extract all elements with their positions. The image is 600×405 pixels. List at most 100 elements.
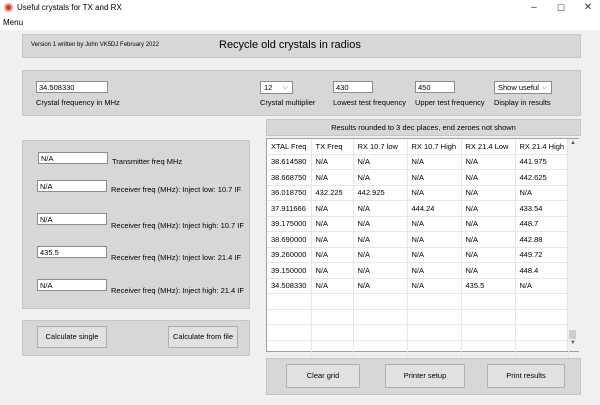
table-cell[interactable]: N/A: [461, 154, 516, 170]
upper-test-input[interactable]: 450: [415, 81, 455, 93]
scroll-thumb[interactable]: [569, 330, 576, 339]
table-cell[interactable]: N/A: [311, 200, 354, 217]
table-cell[interactable]: [461, 324, 516, 341]
table-cell[interactable]: N/A: [353, 169, 408, 186]
table-cell[interactable]: 444.24: [407, 200, 462, 217]
table-cell[interactable]: N/A: [353, 216, 408, 232]
table-cell[interactable]: 432.225: [311, 185, 354, 201]
display-select[interactable]: Show useful ⌵: [494, 81, 552, 94]
table-cell[interactable]: N/A: [311, 278, 354, 294]
table-cell[interactable]: N/A: [311, 154, 354, 170]
table-cell[interactable]: N/A: [407, 231, 462, 248]
table-cell[interactable]: N/A: [311, 216, 354, 232]
table-cell[interactable]: 39.150000: [267, 262, 312, 279]
grid-scrollbar[interactable]: [567, 139, 579, 351]
printer-setup-button[interactable]: Printer setup: [385, 364, 465, 388]
table-cell[interactable]: [311, 324, 354, 341]
table-cell[interactable]: 39.175000: [267, 216, 312, 232]
table-cell[interactable]: N/A: [407, 154, 462, 170]
table-row[interactable]: [267, 324, 569, 341]
table-cell[interactable]: N/A: [515, 185, 569, 201]
results-grid[interactable]: XTAL Freq TX Freq RX 10.7 low RX 10.7 Hi…: [266, 138, 579, 372]
table-cell[interactable]: [461, 293, 516, 310]
table-cell[interactable]: [353, 324, 408, 341]
rx-high-10-7-field[interactable]: N/A: [37, 213, 107, 225]
rx-low-21-4-field[interactable]: 435.5: [37, 246, 107, 258]
table-cell[interactable]: N/A: [353, 247, 408, 263]
table-cell[interactable]: N/A: [353, 231, 408, 248]
scroll-up-icon[interactable]: ▲: [568, 140, 578, 150]
table-cell[interactable]: [515, 293, 569, 310]
table-row[interactable]: 39.175000 N/A N/A N/A N/A 448.7: [267, 216, 569, 232]
close-icon[interactable]: ✕: [574, 1, 600, 15]
tx-freq-field[interactable]: N/A: [38, 152, 108, 164]
calculate-single-button[interactable]: Calculate single: [37, 326, 107, 348]
table-cell[interactable]: 448.7: [515, 216, 569, 232]
table-cell[interactable]: [461, 340, 516, 356]
maximize-icon[interactable]: ☐: [547, 1, 575, 15]
table-row[interactable]: 37.911666 N/A N/A 444.24 N/A 433.54: [267, 200, 569, 217]
table-cell[interactable]: 37.911666: [267, 200, 312, 217]
table-cell[interactable]: [407, 309, 462, 325]
table-cell[interactable]: 38.614580: [267, 154, 312, 170]
table-cell[interactable]: N/A: [311, 247, 354, 263]
table-cell[interactable]: N/A: [353, 200, 408, 217]
table-cell[interactable]: 441.975: [515, 154, 569, 170]
print-results-button[interactable]: Print results: [487, 364, 565, 388]
table-row[interactable]: 36.018750 432.225 442.925 N/A N/A N/A: [267, 185, 569, 201]
table-cell[interactable]: N/A: [461, 231, 516, 248]
crystal-freq-input[interactable]: 34.508330: [36, 81, 108, 93]
table-cell[interactable]: N/A: [515, 278, 569, 294]
table-cell[interactable]: 39.260000: [267, 247, 312, 263]
table-cell[interactable]: 433.54: [515, 200, 569, 217]
table-row[interactable]: 38.690000 N/A N/A N/A N/A 442.88: [267, 231, 569, 248]
table-cell[interactable]: [311, 293, 354, 310]
table-cell[interactable]: N/A: [311, 262, 354, 279]
table-row[interactable]: 39.260000 N/A N/A N/A N/A 449.72: [267, 247, 569, 263]
table-cell[interactable]: [515, 309, 569, 325]
table-cell[interactable]: N/A: [311, 231, 354, 248]
table-cell[interactable]: [353, 293, 408, 310]
menu-item-menu[interactable]: Menu: [3, 18, 23, 27]
table-cell[interactable]: N/A: [461, 216, 516, 232]
rx-high-21-4-field[interactable]: N/A: [37, 279, 107, 291]
table-cell[interactable]: 442.88: [515, 231, 569, 248]
table-cell[interactable]: 36.018750: [267, 185, 312, 201]
table-cell[interactable]: 38.668750: [267, 169, 312, 186]
table-cell[interactable]: N/A: [461, 247, 516, 263]
table-cell[interactable]: N/A: [407, 185, 462, 201]
table-cell[interactable]: N/A: [461, 262, 516, 279]
table-cell[interactable]: 34.508330: [267, 278, 312, 294]
table-cell[interactable]: [407, 324, 462, 341]
clear-grid-button[interactable]: Clear grid: [286, 364, 360, 388]
table-row[interactable]: 38.614580 N/A N/A N/A N/A 441.975: [267, 154, 569, 170]
table-cell[interactable]: [515, 340, 569, 356]
lowest-test-input[interactable]: 430: [333, 81, 373, 93]
table-cell[interactable]: [353, 340, 408, 356]
table-cell[interactable]: N/A: [461, 200, 516, 217]
table-cell[interactable]: [407, 340, 462, 356]
table-cell[interactable]: N/A: [407, 278, 462, 294]
table-row[interactable]: [267, 293, 569, 310]
calculate-from-file-button[interactable]: Calculate from file: [168, 326, 238, 348]
table-row[interactable]: 38.668750 N/A N/A N/A N/A 442.625: [267, 169, 569, 186]
col-header-rx-10-7-high[interactable]: RX 10.7 High: [407, 139, 462, 155]
table-cell[interactable]: [311, 340, 354, 356]
table-cell[interactable]: 449.72: [515, 247, 569, 263]
col-header-rx-10-7-low[interactable]: RX 10.7 low: [353, 139, 408, 155]
table-cell[interactable]: 448.4: [515, 262, 569, 279]
table-cell[interactable]: N/A: [353, 262, 408, 279]
col-header-rx-21-4-high[interactable]: RX 21.4 High: [515, 139, 569, 155]
table-cell[interactable]: 38.690000: [267, 231, 312, 248]
col-header-xtal[interactable]: XTAL Freq: [267, 139, 312, 155]
table-cell[interactable]: N/A: [407, 247, 462, 263]
table-cell[interactable]: [267, 293, 312, 310]
table-cell[interactable]: N/A: [353, 278, 408, 294]
table-cell[interactable]: [267, 340, 312, 356]
table-cell[interactable]: N/A: [407, 262, 462, 279]
table-row[interactable]: [267, 309, 569, 325]
multiplier-select[interactable]: 12 ⌵: [260, 81, 293, 94]
table-cell[interactable]: N/A: [311, 169, 354, 186]
rx-low-10-7-field[interactable]: N/A: [37, 180, 107, 192]
table-cell[interactable]: N/A: [407, 169, 462, 186]
